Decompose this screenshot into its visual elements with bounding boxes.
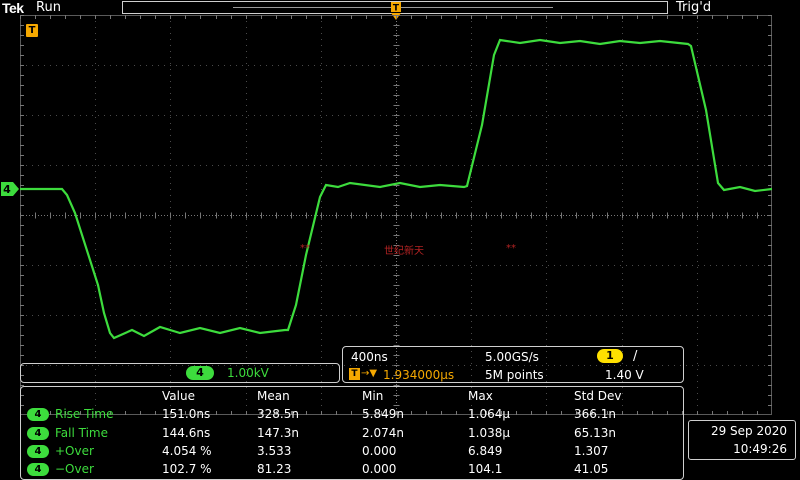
measurement-name-positive-overshoot[interactable]: +Over: [55, 444, 94, 458]
run-state-label[interactable]: Run: [36, 0, 61, 15]
trigger-level: 1.40 V: [605, 368, 644, 382]
fall-time-std-dev: 65.13n: [574, 426, 616, 440]
row-channel-badge: 4: [27, 445, 49, 458]
measurement-table[interactable]: Value Mean Min Max Std Dev 4 Rise Time 1…: [20, 386, 684, 480]
positive-overshoot-max: 6.849: [468, 444, 503, 458]
measurement-name-rise-time[interactable]: Rise Time: [55, 407, 114, 421]
channel-4-badge: 4: [186, 366, 214, 380]
column-header-std-dev: Std Dev: [574, 389, 622, 403]
trigger-time-marker[interactable]: T: [26, 24, 38, 37]
channel-4-ground-marker[interactable]: 4: [0, 181, 20, 197]
time-per-division: 400ns: [351, 350, 388, 364]
watermark-text: 世纪新天: [384, 246, 424, 257]
positive-overshoot-value: 4.054 %: [162, 444, 212, 458]
watermark-left: **: [300, 243, 310, 254]
row-channel-badge: 4: [27, 427, 49, 440]
time-label: 10:49:26: [733, 442, 787, 456]
fall-time-min: 2.074n: [362, 426, 404, 440]
svg-text:T: T: [393, 4, 400, 14]
sample-rate: 5.00GS/s: [485, 350, 539, 364]
trigger-status-label: Trig'd: [676, 0, 712, 15]
negative-overshoot-mean: 81.23: [257, 462, 292, 476]
rise-time-std-dev: 366.1n: [574, 407, 616, 421]
trigger-position-marker-icon: T: [349, 368, 360, 380]
negative-overshoot-std-dev: 41.05: [574, 462, 609, 476]
record-overview-bar[interactable]: T: [122, 1, 668, 20]
measurement-name-fall-time[interactable]: Fall Time: [55, 426, 108, 440]
measurement-name-negative-overshoot[interactable]: −Over: [55, 462, 94, 476]
rising-edge-icon: /: [633, 349, 638, 364]
rise-time-max: 1.064μ: [468, 407, 510, 421]
negative-overshoot-min: 0.000: [362, 462, 397, 476]
horizontal-trigger-settings-box[interactable]: 400ns 5.00GS/s 1 / T →▼ 1.934000μs 5M po…: [342, 346, 684, 383]
negative-overshoot-max: 104.1: [468, 462, 503, 476]
channel-4-settings-box[interactable]: 4 1.00kV: [20, 363, 340, 383]
column-header-min: Min: [362, 389, 384, 403]
watermark-right: **: [506, 243, 516, 254]
date-time-box: 29 Sep 2020 10:49:26: [688, 420, 796, 460]
column-header-mean: Mean: [257, 389, 290, 403]
fall-time-max: 1.038μ: [468, 426, 510, 440]
row-channel-badge: 4: [27, 463, 49, 476]
positive-overshoot-std-dev: 1.307: [574, 444, 609, 458]
date-label: 29 Sep 2020: [710, 424, 787, 438]
rise-time-mean: 328.5n: [257, 407, 299, 421]
rise-time-min: 5.849n: [362, 407, 404, 421]
channel-4-marker-label: 4: [3, 183, 11, 196]
row-channel-badge: 4: [27, 408, 49, 421]
tek-logo: Tek: [2, 0, 24, 16]
column-header-value: Value: [162, 389, 195, 403]
record-length: 5M points: [485, 368, 544, 382]
fall-time-mean: 147.3n: [257, 426, 299, 440]
channel-4-scale: 1.00kV: [227, 366, 269, 380]
positive-overshoot-min: 0.000: [362, 444, 397, 458]
trigger-source-badge: 1: [597, 349, 623, 363]
trigger-position-value: 1.934000μs: [383, 368, 455, 382]
trigger-position-arrow-icon: →▼: [361, 368, 378, 379]
rise-time-value: 151.0ns: [162, 407, 211, 421]
fall-time-value: 144.6ns: [162, 426, 211, 440]
positive-overshoot-mean: 3.533: [257, 444, 292, 458]
column-header-max: Max: [468, 389, 493, 403]
negative-overshoot-value: 102.7 %: [162, 462, 212, 476]
